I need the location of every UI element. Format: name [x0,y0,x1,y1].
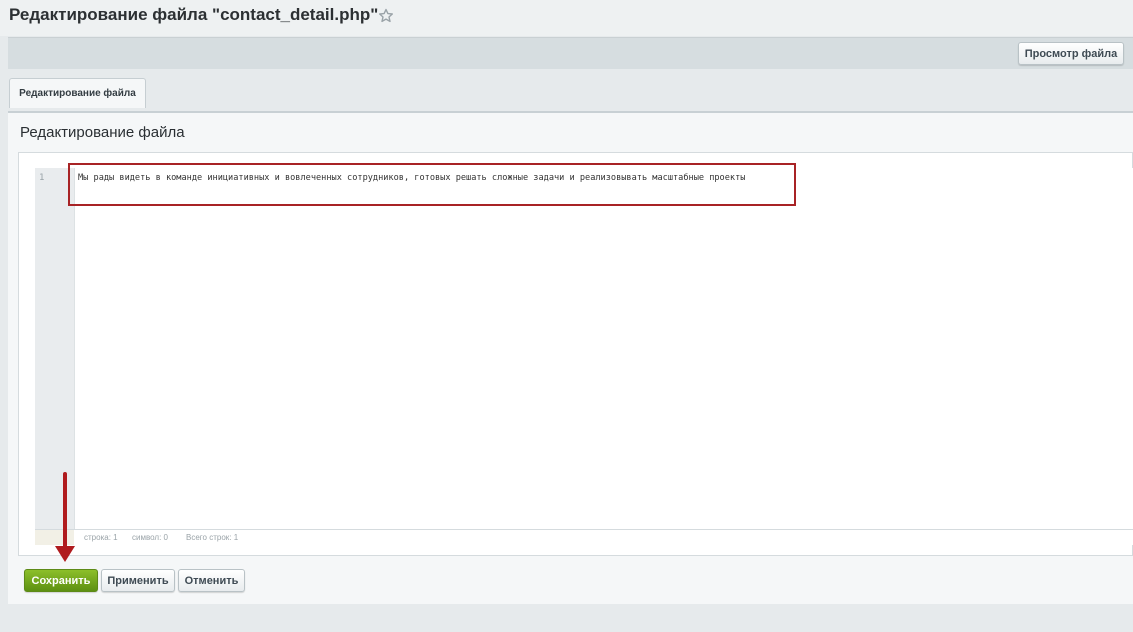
star-icon[interactable] [378,8,394,24]
status-total-lines: Всего строк: 1 [186,533,239,542]
status-char: символ: 0 [132,533,168,542]
tabs-bar: Редактирование файла [8,69,1133,111]
code-editor[interactable]: 1 Мы рады видеть в команде инициативных … [35,163,1133,544]
tab-edit-file[interactable]: Редактирование файла [9,78,146,108]
highlight-annotation [68,163,796,206]
editor-status-bar: строка: 1 символ: 0 Всего строк: 1 [35,529,1133,545]
code-editor-container: 1 Мы рады видеть в команде инициативных … [18,152,1133,556]
view-file-button[interactable]: Просмотр файла [1018,42,1124,65]
status-line: строка: 1 [84,533,118,542]
page-title: Редактирование файла "contact_detail.php… [9,5,379,24]
save-button[interactable]: Сохранить [24,569,98,592]
page: Редактирование файла "contact_detail.php… [0,0,1133,632]
toolbar: Просмотр файла [8,37,1133,70]
section-title: Редактирование файла [20,124,185,141]
edit-panel: Редактирование файла 1 Мы рады видеть в … [8,111,1133,604]
cancel-button[interactable]: Отменить [178,569,245,592]
line-number: 1 [39,173,45,183]
page-header: Редактирование файла "contact_detail.php… [0,0,1133,36]
apply-button[interactable]: Применить [101,569,175,592]
page-footer [0,604,1133,632]
arrow-annotation-icon [55,472,75,562]
